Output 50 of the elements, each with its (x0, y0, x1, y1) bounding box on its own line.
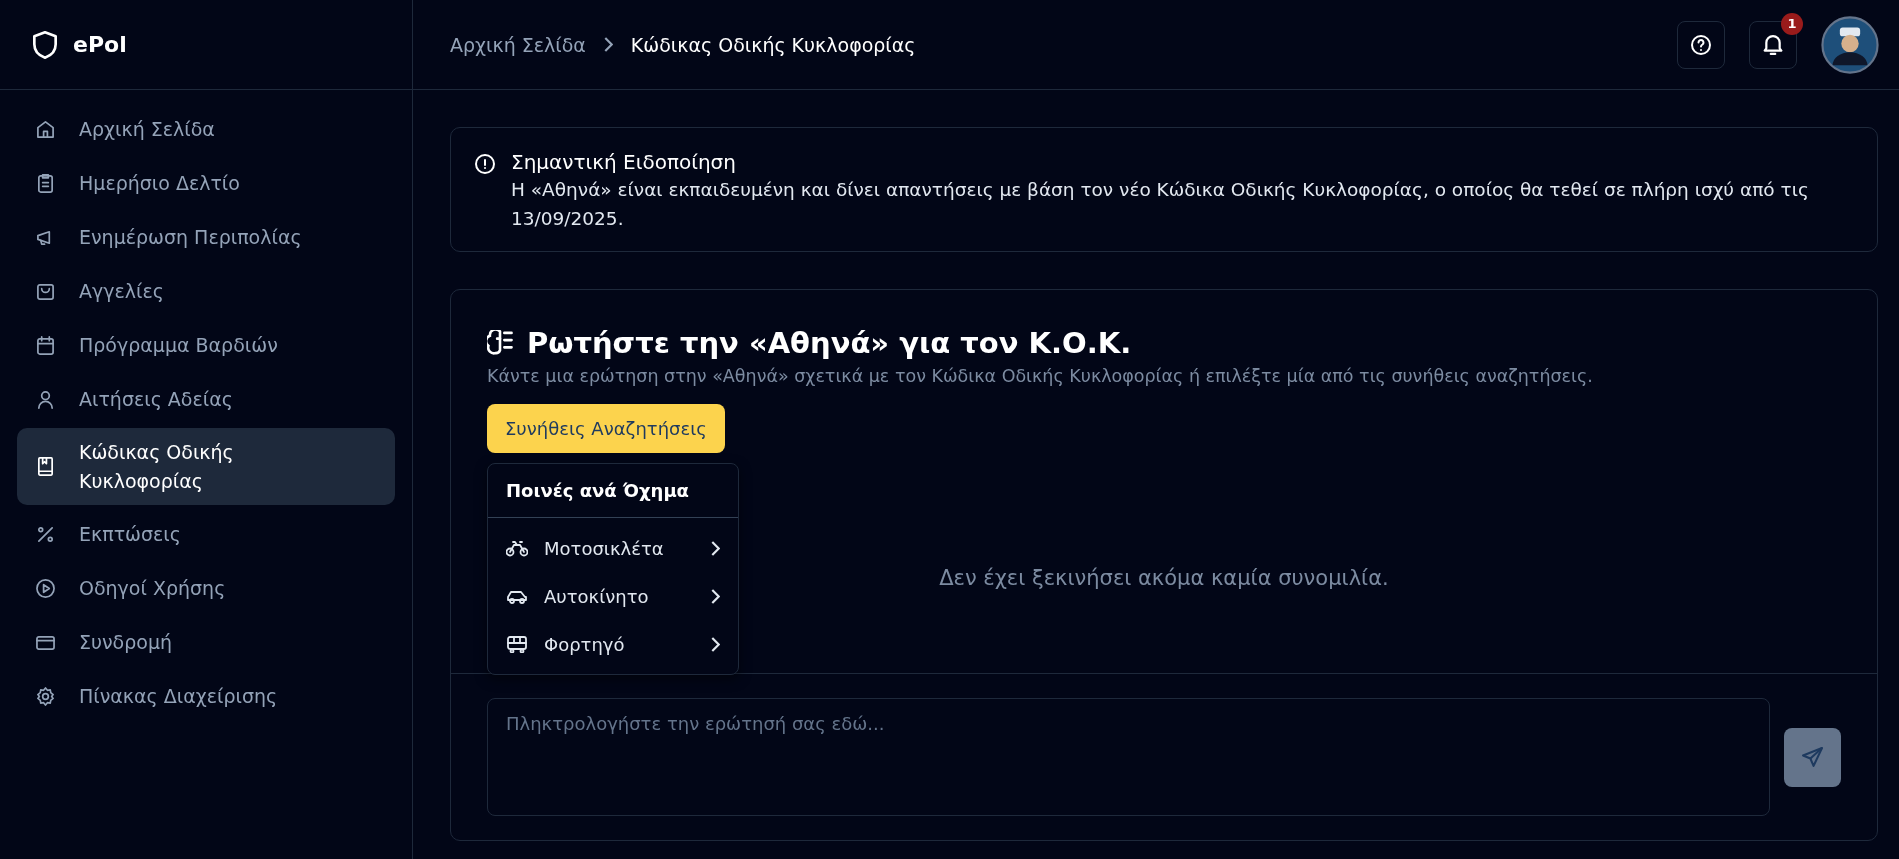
sidebar-item[interactable]: Εκπτώσεις (17, 507, 395, 561)
bell-icon (1763, 34, 1783, 55)
percent-icon (36, 524, 55, 544)
breadcrumb-link[interactable]: Αρχική Σελίδα (450, 33, 586, 56)
settings-icon (36, 686, 55, 706)
bag-icon (36, 281, 55, 301)
sidebar-item[interactable]: Ενημέρωση Περιπολίας (17, 210, 395, 264)
avatar-icon[interactable] (1821, 15, 1879, 74)
sidebar-item[interactable]: Ημερήσιο Δελτίο (17, 156, 395, 210)
sidebar-item[interactable]: Πρόγραμμα Βαρδιών (17, 318, 395, 372)
chevron-right-icon (603, 37, 613, 52)
bicycle-icon (506, 539, 528, 557)
notifications-button[interactable] (1749, 20, 1797, 69)
page-title: Κώδικας Οδικής Κυκλοφορίας (630, 33, 916, 56)
help-icon (1691, 34, 1711, 55)
sidebar-item[interactable]: Οδηγοί Χρήσης (17, 561, 395, 615)
brand-name: ePol (73, 32, 127, 57)
question-input[interactable]: Πληκτρολογήστε την ερώτησή σας εδώ... (487, 698, 1770, 816)
chevron-right-icon (711, 540, 720, 556)
sidebar-item[interactable]: Κώδικας Οδικής Κυκλοφορίας (17, 428, 395, 505)
alert-title: Σημαντική Ειδοποίηση (511, 150, 737, 174)
menu-item[interactable]: Αυτοκίνητο (488, 572, 738, 621)
chevron-right-icon (711, 588, 720, 604)
chat-title: Ρωτήστε την «Αθηνά» για τον Κ.Ο.Κ. (527, 326, 1132, 361)
clipboard-icon (36, 173, 55, 193)
send-icon (1802, 747, 1823, 767)
sidebar-item[interactable]: Αγγελίες (17, 264, 395, 318)
dropdown-header: Ποινές ανά Όχημα (488, 464, 738, 519)
sidebar-item[interactable]: Συνδρομή (17, 615, 395, 669)
empty-state-text: Δεν έχει ξεκινήσει ακόμα καμία συνομιλία. (939, 566, 1389, 591)
common-searches-button[interactable]: Συνήθεις Αναζητήσεις (487, 404, 725, 454)
menu-item[interactable]: Μοτοσικλέτα (488, 524, 738, 573)
chevron-right-icon (711, 636, 720, 652)
person-icon (36, 389, 55, 409)
alert-text: Η «Αθηνά» είναι εκπαιδευμένη και δίνει απαντήσεις με βάση τον νέο Κώδικα Οδικής Κυκλοφορίας, ο οποίος θα τεθεί σε πλήρη ισχύ από τις 13/09/2025. (511, 178, 1810, 231)
help-button[interactable] (1677, 20, 1725, 69)
play-icon (36, 578, 55, 598)
send-button[interactable] (1784, 727, 1841, 787)
shield-icon (33, 30, 57, 59)
notification-badge: 1 (1781, 12, 1803, 35)
alert-icon (475, 154, 495, 174)
bus-icon (506, 635, 528, 653)
calendar-icon (36, 335, 55, 355)
sidebar-item[interactable]: Αρχική Σελίδα (17, 102, 395, 156)
sidebar-item[interactable]: Αιτήσεις Αδείας (17, 372, 395, 426)
book-icon (36, 457, 55, 476)
home-icon (36, 119, 55, 139)
sidebar-item[interactable]: Πίνακας Διαχείρισης (17, 669, 395, 723)
menu-item[interactable]: Φορτηγό (488, 620, 738, 669)
chat-subtitle: Κάντε μια ερώτηση στην «Αθηνά» σχετικά με τον Κώδικα Οδικής Κυκλοφορίας ή επιλέξτε μία από τις συνήθεις αναζητήσεις. (487, 366, 1594, 387)
